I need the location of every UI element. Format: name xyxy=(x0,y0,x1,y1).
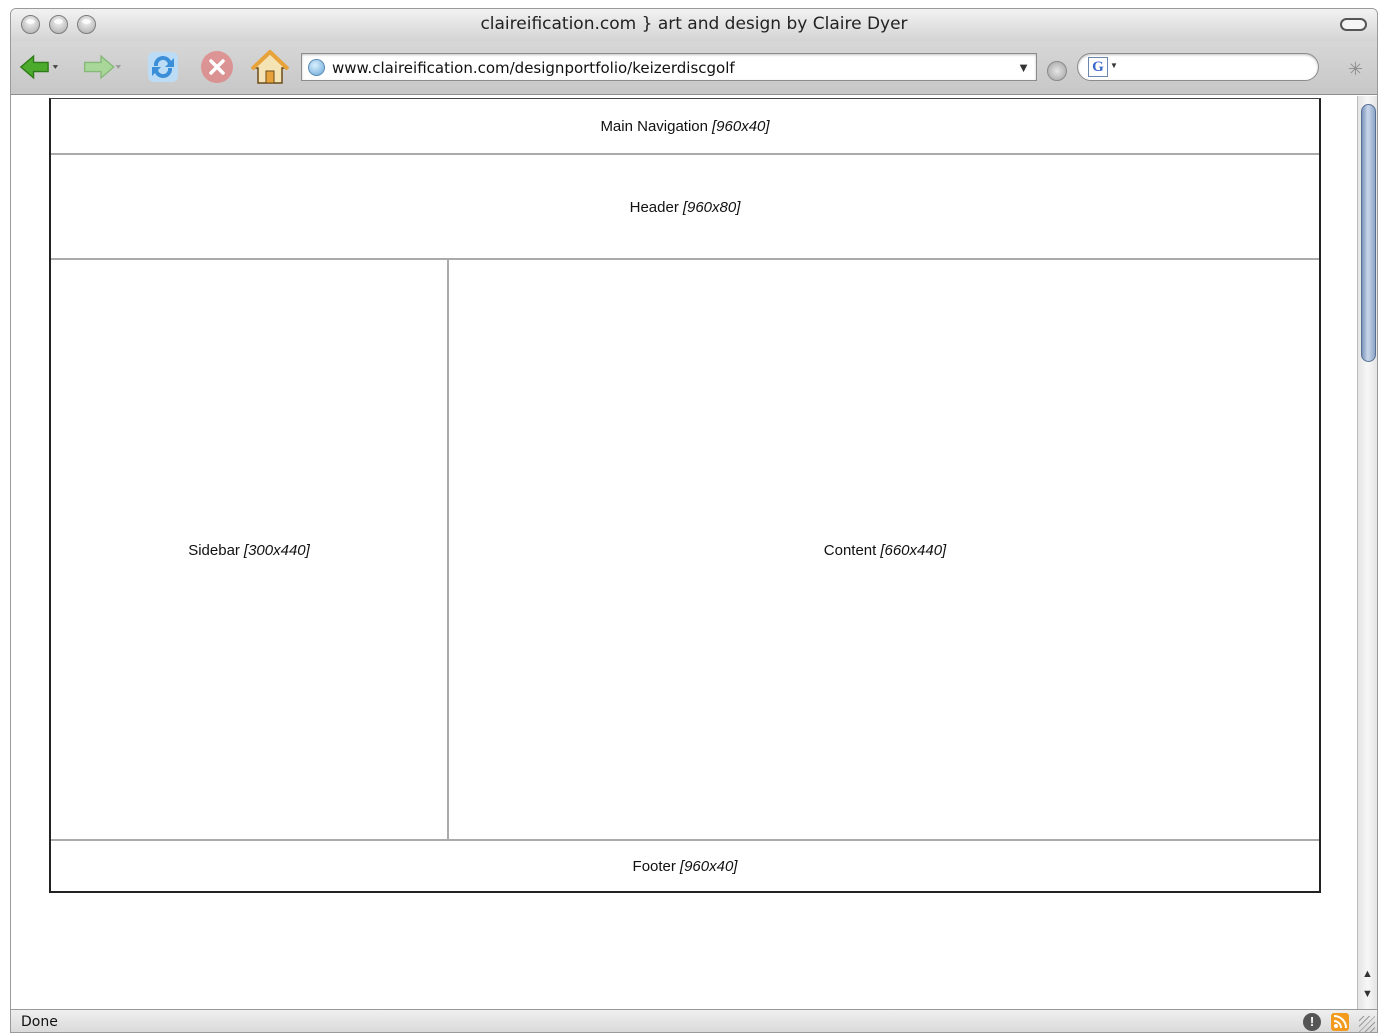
content-block: Content [660x440] xyxy=(449,260,1321,840)
window-title: claireification.com } art and design by … xyxy=(480,14,908,34)
search-field[interactable]: G ▼ xyxy=(1077,53,1319,81)
rss-icon[interactable] xyxy=(1331,1013,1349,1031)
scrollbar-thumb[interactable] xyxy=(1361,104,1376,362)
main-navigation-size: [960x40] xyxy=(712,117,770,135)
title-bar: claireification.com } art and design by … xyxy=(11,9,1377,41)
scroll-down-icon[interactable]: ▼ xyxy=(1362,988,1373,1000)
footer-block: Footer [960x40] xyxy=(51,841,1319,891)
reload-button[interactable] xyxy=(143,49,183,85)
sidebar-block: Sidebar [300x440] xyxy=(51,260,447,840)
back-arrow-icon xyxy=(19,54,59,80)
back-button[interactable] xyxy=(19,49,59,85)
sidebar-label: Sidebar xyxy=(188,541,240,559)
search-engine-dropdown-icon[interactable]: ▼ xyxy=(1110,61,1118,70)
header-size: [960x80] xyxy=(682,198,741,216)
sidebar-size: [300x440] xyxy=(243,541,310,559)
status-text: Done xyxy=(21,1014,58,1030)
url-history-dropdown-icon[interactable]: ▼ xyxy=(1017,60,1030,75)
main-navigation-block: Main Navigation [960x40] xyxy=(51,99,1319,153)
content-label: Content xyxy=(823,541,877,559)
address-bar[interactable]: www.claireification.com/designportfolio/… xyxy=(301,53,1037,81)
forward-button[interactable] xyxy=(81,49,121,85)
status-bar: Done ! xyxy=(11,1009,1377,1032)
reload-icon xyxy=(148,52,178,82)
home-icon xyxy=(251,50,289,84)
header-label: Header xyxy=(629,198,679,216)
browser-window: claireification.com } art and design by … xyxy=(10,8,1378,1033)
go-icon[interactable] xyxy=(1047,61,1067,81)
page-viewport: Main Navigation [960x40] Header [960x80]… xyxy=(11,96,1357,1009)
header-block: Header [960x80] xyxy=(51,155,1319,259)
toolbar-toggle-button[interactable] xyxy=(1340,18,1367,31)
content-size: [660x440] xyxy=(880,541,947,559)
vertical-scrollbar[interactable]: ▲ ▼ xyxy=(1357,96,1377,1009)
wireframe-layout: Main Navigation [960x40] Header [960x80]… xyxy=(49,98,1321,893)
forward-arrow-icon xyxy=(83,54,121,80)
info-icon[interactable]: ! xyxy=(1303,1013,1321,1031)
url-text[interactable]: www.claireification.com/designportfolio/… xyxy=(332,59,735,77)
google-icon[interactable]: G xyxy=(1088,57,1108,77)
footer-label: Footer xyxy=(632,857,676,875)
stop-button[interactable] xyxy=(197,49,237,85)
spinner-icon: ✳ xyxy=(1347,59,1363,79)
footer-size: [960x40] xyxy=(679,857,738,875)
rss-glyph xyxy=(1333,1015,1347,1029)
home-button[interactable] xyxy=(250,49,290,85)
globe-icon xyxy=(308,59,325,76)
main-navigation-label: Main Navigation xyxy=(600,117,708,135)
navigation-toolbar: www.claireification.com/designportfolio/… xyxy=(11,41,1377,95)
stop-icon xyxy=(201,51,233,83)
resize-grip-icon[interactable] xyxy=(1359,1016,1375,1032)
scroll-up-icon[interactable]: ▲ xyxy=(1362,968,1373,980)
